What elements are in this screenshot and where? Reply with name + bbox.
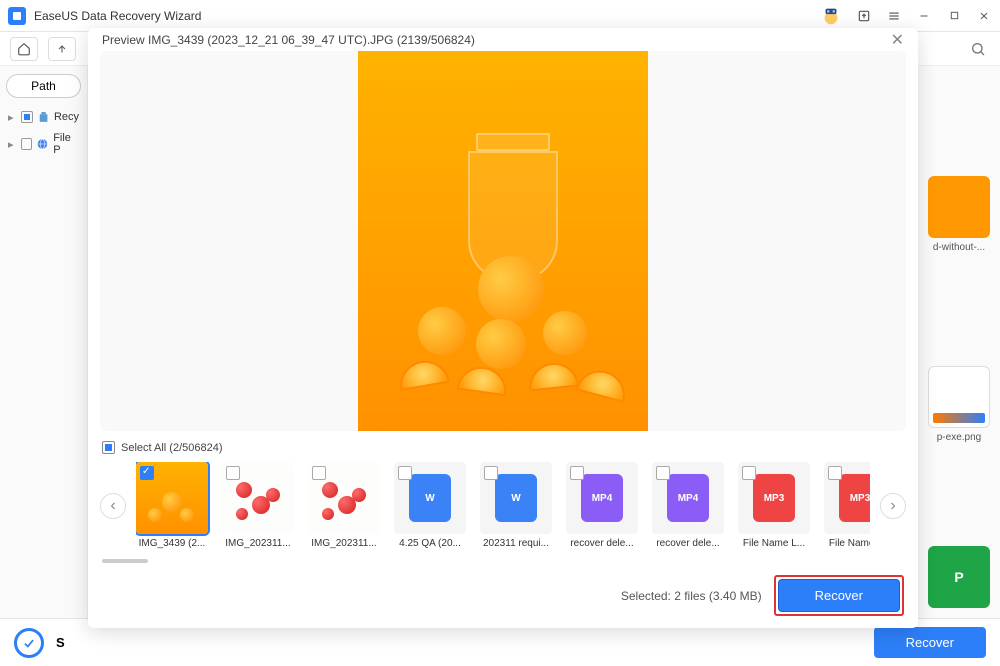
thumbnail-image[interactable]: MP4 — [652, 462, 724, 534]
bg-thumb-1[interactable]: d-without-... — [928, 176, 990, 253]
recover-button[interactable]: Recover — [778, 579, 900, 612]
thumbnail-label: 202311 requi... — [480, 538, 552, 549]
thumbnail-image[interactable] — [308, 462, 380, 534]
thumbnail-image[interactable]: MP4 — [566, 462, 638, 534]
thumbnail-label: IMG_202311... — [222, 538, 294, 549]
select-all-label: Select All (2/506824) — [121, 442, 223, 454]
thumbnail[interactable]: MP3 File Name L... — [824, 462, 870, 549]
bg-thumb-2[interactable]: p-exe.png — [928, 366, 990, 443]
thumbnail-checkbox[interactable] — [484, 466, 498, 480]
prev-arrow-icon[interactable]: ‹ — [100, 493, 126, 519]
thumbnail[interactable]: IMG_202311... — [222, 462, 294, 549]
mp4-icon: MP4 — [667, 474, 709, 522]
home-button[interactable] — [10, 37, 38, 61]
thumbnail[interactable]: IMG_3439 (2... — [136, 462, 208, 549]
app-title: EaseUS Data Recovery Wizard — [34, 9, 812, 23]
thumbnail-image[interactable] — [136, 462, 208, 534]
thumbnail-checkbox[interactable] — [570, 466, 584, 480]
preview-area — [100, 51, 906, 431]
thumbnail[interactable]: MP3 File Name L... — [738, 462, 810, 549]
thumbnail-label: IMG_202311... — [308, 538, 380, 549]
thumbnail-image[interactable]: W — [394, 462, 466, 534]
thumbnail-checkbox[interactable] — [226, 466, 240, 480]
thumbnail[interactable]: W 202311 requi... — [480, 462, 552, 549]
mp3-icon: MP3 — [753, 474, 795, 522]
checkbox[interactable] — [21, 138, 32, 150]
checkbox[interactable] — [21, 111, 32, 123]
thumbnail-checkbox[interactable] — [656, 466, 670, 480]
word-icon: W — [409, 474, 451, 522]
expand-icon[interactable]: ▸ — [8, 111, 17, 124]
path-button[interactable]: Path — [6, 74, 81, 98]
status-letter: S — [56, 635, 65, 650]
thumbnail-image[interactable]: MP3 — [824, 462, 870, 534]
progress-icon — [14, 628, 44, 658]
thumbnail[interactable]: IMG_202311... — [308, 462, 380, 549]
modal-close-icon[interactable]: ✕ — [891, 30, 904, 50]
select-all-checkbox[interactable] — [102, 441, 115, 454]
mp3-icon: MP3 — [839, 474, 870, 522]
upload-icon[interactable] — [856, 8, 872, 24]
globe-icon — [36, 137, 49, 151]
scroll-hint[interactable] — [102, 559, 904, 563]
thumbnail[interactable]: MP4 recover dele... — [652, 462, 724, 549]
app-icon — [8, 7, 26, 25]
modal-header: Preview IMG_3439 (2023_12_21 06_39_47 UT… — [88, 28, 918, 51]
sidebar: Path ▸ Recy ▸ File P — [0, 66, 88, 666]
thumbnail-row: ‹ IMG_3439 (2... IMG_202311... IMG_202311.… — [88, 458, 918, 553]
word-icon: W — [495, 474, 537, 522]
thumbnail-image[interactable]: W — [480, 462, 552, 534]
recover-highlight: Recover — [774, 575, 904, 616]
tree-label: File P — [53, 132, 79, 156]
thumbnail[interactable]: W 4.25 QA (20... — [394, 462, 466, 549]
menu-icon[interactable] — [886, 8, 902, 24]
thumbnail-image[interactable]: MP3 — [738, 462, 810, 534]
thumbnail-label: recover dele... — [566, 538, 638, 549]
recycle-bin-icon — [37, 110, 50, 124]
modal-footer: Selected: 2 files (3.40 MB) Recover — [88, 565, 918, 628]
tree-item-recycle[interactable]: ▸ Recy — [6, 106, 81, 128]
minimize-icon[interactable] — [916, 8, 932, 24]
bg-thumb-3[interactable]: P — [928, 546, 990, 612]
tree-label: Recy — [54, 111, 79, 123]
thumbnail-label: File Name L... — [738, 538, 810, 549]
expand-icon[interactable]: ▸ — [8, 138, 17, 151]
up-button[interactable] — [48, 37, 76, 61]
maximize-icon[interactable] — [946, 8, 962, 24]
thumbnail-checkbox[interactable] — [312, 466, 326, 480]
bg-thumb-label: p-exe.png — [928, 432, 990, 443]
select-all-row[interactable]: Select All (2/506824) — [88, 431, 918, 458]
preview-modal: Preview IMG_3439 (2023_12_21 06_39_47 UT… — [88, 28, 918, 628]
selected-count: Selected: 2 files (3.40 MB) — [621, 589, 762, 603]
tree-item-filep[interactable]: ▸ File P — [6, 128, 81, 160]
close-icon[interactable] — [976, 8, 992, 24]
thumbnail-checkbox[interactable] — [742, 466, 756, 480]
thumbnail[interactable]: MP4 recover dele... — [566, 462, 638, 549]
thumbnail-checkbox[interactable] — [140, 466, 154, 480]
bg-thumb-label: d-without-... — [928, 242, 990, 253]
mascot-icon — [820, 5, 842, 27]
next-arrow-icon[interactable]: › — [880, 493, 906, 519]
mp4-icon: MP4 — [581, 474, 623, 522]
thumbnail-checkbox[interactable] — [398, 466, 412, 480]
thumbnail-label: recover dele... — [652, 538, 724, 549]
bg-recover-button[interactable]: Recover — [874, 627, 986, 658]
thumbnail-label: File Name L... — [824, 538, 870, 549]
thumbnail-label: IMG_3439 (2... — [136, 538, 208, 549]
modal-title: Preview IMG_3439 (2023_12_21 06_39_47 UT… — [102, 33, 475, 47]
preview-image — [358, 51, 648, 431]
thumbnail-checkbox[interactable] — [828, 466, 842, 480]
thumbnail-label: 4.25 QA (20... — [394, 538, 466, 549]
thumbnail-image[interactable] — [222, 462, 294, 534]
search-icon[interactable] — [966, 37, 990, 61]
